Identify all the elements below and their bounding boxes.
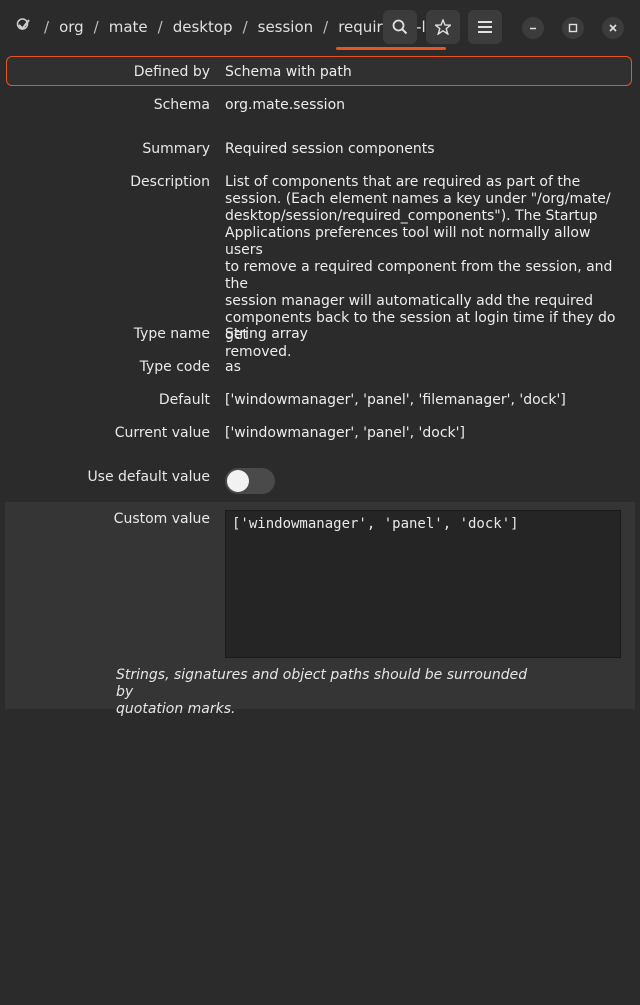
custom-value-section: Custom value ['windowmanager', 'panel', … — [5, 502, 635, 717]
current-value-label: Current value — [114, 425, 210, 441]
use-default-label: Use default value — [87, 469, 210, 485]
type-name-label: Type name — [133, 326, 210, 342]
description-line: Applications preferences tool will not n… — [225, 225, 591, 258]
hint-line: quotation marks. — [116, 701, 236, 717]
custom-value-label: Custom value — [113, 511, 210, 527]
summary-value: Required session components — [225, 141, 435, 157]
breadcrumb-org[interactable]: org — [59, 18, 84, 36]
use-default-toggle[interactable] — [225, 468, 275, 494]
minimize-icon — [530, 27, 536, 30]
breadcrumb-separator: / — [323, 18, 329, 36]
minimize-button[interactable] — [522, 17, 544, 39]
breadcrumb-separator: / — [157, 18, 163, 36]
breadcrumb: / org / mate / desktop / session / requi… — [16, 0, 446, 54]
description-line: to remove a required component from the … — [225, 259, 613, 292]
custom-value-textarea[interactable]: ['windowmanager', 'panel', 'dock'] — [225, 510, 621, 658]
breadcrumb-separator: / — [44, 18, 50, 36]
hint-line: Strings, signatures and object paths sho… — [116, 667, 528, 700]
breadcrumb-desktop[interactable]: desktop — [173, 18, 233, 36]
summary-label: Summary — [142, 141, 210, 157]
type-code-label: Type code — [139, 359, 210, 375]
header-bar: / org / mate / desktop / session / requi… — [0, 0, 640, 54]
dconf-logo-icon[interactable] — [16, 17, 34, 37]
description-line: List of components that are required as … — [225, 174, 581, 190]
type-name-value: String array — [225, 326, 308, 342]
breadcrumb-session[interactable]: session — [258, 18, 314, 36]
maximize-icon — [568, 23, 578, 33]
close-button[interactable] — [602, 17, 624, 39]
toggle-knob — [227, 470, 249, 492]
description-line: desktop/session/required_components"). T… — [225, 208, 598, 224]
type-code-value: as — [225, 359, 241, 375]
breadcrumb-separator: / — [93, 18, 99, 36]
close-icon — [609, 24, 617, 32]
schema-value: org.mate.session — [225, 97, 346, 113]
bookmarks-button[interactable] — [426, 10, 460, 44]
description-line: session manager will automatically add t… — [225, 293, 593, 309]
main-menu-button[interactable] — [468, 10, 502, 44]
search-button[interactable] — [383, 10, 417, 44]
breadcrumb-mate[interactable]: mate — [109, 18, 148, 36]
default-label: Default — [158, 392, 210, 408]
current-value-value: ['windowmanager', 'panel', 'dock'] — [225, 425, 465, 441]
description-line: session. (Each element names a key under… — [225, 191, 611, 207]
defined-by-value: Schema with path — [225, 64, 352, 80]
search-icon — [392, 19, 408, 35]
menu-icon — [478, 21, 492, 33]
schema-label: Schema — [153, 97, 210, 113]
key-details-panel: Defined by Schema with path Schema org.m… — [5, 54, 635, 1005]
breadcrumb-separator: / — [242, 18, 248, 36]
maximize-button[interactable] — [562, 17, 584, 39]
default-value: ['windowmanager', 'panel', 'filemanager'… — [225, 392, 566, 408]
custom-value-hint: Strings, signatures and object paths sho… — [116, 667, 536, 718]
description-label: Description — [130, 174, 210, 190]
defined-by-label: Defined by — [133, 64, 210, 80]
star-icon — [435, 19, 451, 35]
